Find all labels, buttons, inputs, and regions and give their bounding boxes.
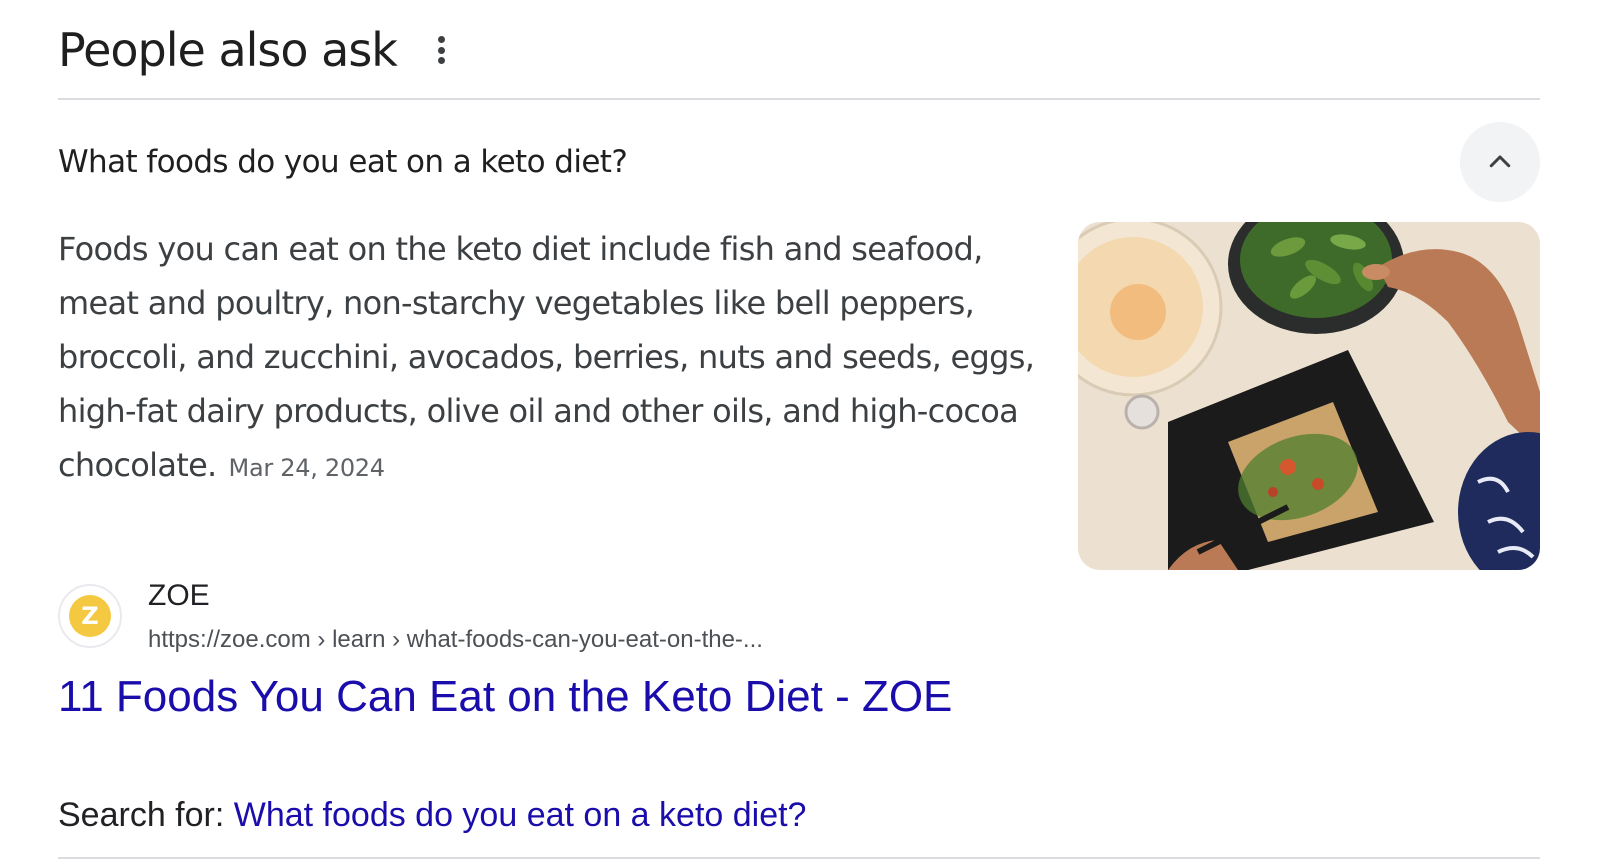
zoe-logo-icon: Z [58, 584, 122, 648]
search-for-row: Search for: What foods do you eat on a k… [58, 796, 806, 835]
source-name: ZOE [148, 579, 210, 612]
people-also-ask-header: People also ask [58, 20, 449, 80]
answer-date: Mar 24, 2024 [228, 454, 385, 482]
search-for-link[interactable]: What foods do you eat on a keto diet? [234, 796, 807, 834]
top-divider [58, 98, 1540, 100]
answer-image[interactable] [1078, 222, 1540, 570]
question-toggle[interactable]: What foods do you eat on a keto diet? [58, 122, 1540, 202]
source-url: https://zoe.com › learn › what-foods-can… [148, 626, 763, 653]
result-title-link[interactable]: 11 Foods You Can Eat on the Keto Diet - … [58, 672, 952, 722]
search-for-label: Search for: [58, 796, 234, 834]
answer-snippet: Foods you can eat on the keto diet inclu… [58, 222, 1043, 495]
question-text: What foods do you eat on a keto diet? [58, 144, 628, 180]
more-options-button[interactable] [435, 32, 449, 68]
source-info[interactable]: Z ZOE https://zoe.com › learn › what-foo… [58, 576, 763, 656]
section-title: People also ask [58, 23, 398, 77]
chevron-up-icon [1489, 155, 1511, 168]
answer-text: Foods you can eat on the keto diet inclu… [58, 230, 1035, 484]
keto-food-photo [1078, 222, 1540, 570]
collapse-button[interactable] [1460, 122, 1540, 202]
source-text: ZOE https://zoe.com › learn › what-foods… [148, 576, 763, 656]
more-vert-icon [438, 36, 446, 43]
